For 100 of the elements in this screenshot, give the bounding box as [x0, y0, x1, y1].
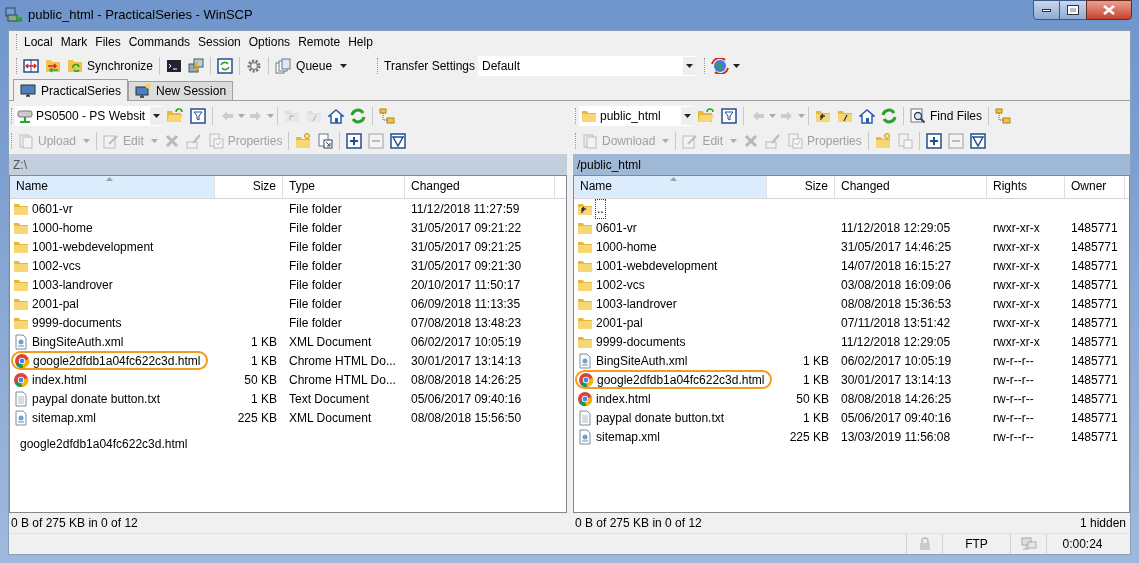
file-name[interactable]: 9999-documents [32, 313, 122, 332]
folder-icon [581, 108, 597, 124]
file-name[interactable]: 1003-landrover [32, 275, 113, 294]
file-name[interactable]: google2dfdb1a04fc622c3d.html [597, 370, 765, 389]
table-cell-text: 31/05/2017 14:46:25 [841, 238, 952, 256]
documents-icon [275, 58, 292, 74]
menu-item[interactable]: Options [244, 33, 295, 51]
sort-arrow-icon [106, 177, 113, 181]
app-icon [5, 5, 23, 24]
table-cell-text: XML Document [289, 333, 372, 351]
file-name[interactable]: 9999-documents [596, 332, 686, 351]
file-name[interactable]: 1001-webdevelopment [596, 256, 718, 275]
table-cell-text: 11/12/2018 12:29:05 [841, 333, 951, 351]
session-tab[interactable]: PracticalSeries [13, 79, 129, 101]
transfer-globe-button[interactable] [708, 55, 743, 77]
maximize-button[interactable] [1060, 0, 1086, 20]
menu-item[interactable]: Commands [124, 33, 195, 51]
file-name[interactable]: 1000-home [32, 218, 93, 237]
table-cell-text: 13/03/2019 11:56:08 [841, 428, 951, 446]
minimize-button[interactable] [1033, 0, 1060, 20]
file-name[interactable]: BingSiteAuth.xml [32, 332, 124, 351]
text-file-icon [13, 390, 29, 407]
session-tab[interactable]: New Session [128, 81, 234, 100]
queue-button[interactable]: Queue [272, 55, 351, 77]
colored-circle-icon [13, 371, 29, 388]
table-cell-text: rwxr-xr-x [993, 238, 1040, 256]
file-name[interactable]: index.html [32, 370, 87, 389]
table-cell-text: rwxr-xr-x [993, 295, 1040, 313]
pencil-document-icon [103, 133, 120, 149]
file-name[interactable]: sitemap.xml [32, 408, 96, 427]
file-name[interactable]: paypal donate button.txt [596, 408, 725, 427]
text-file-icon [577, 409, 593, 426]
table-cell-text: rw-r--r-- [993, 428, 1034, 446]
table-cell-text: 1485771 [1071, 428, 1118, 446]
close-button[interactable] [1086, 0, 1132, 20]
caret-icon [730, 139, 738, 143]
file-name[interactable]: index.html [596, 389, 651, 408]
table-cell-text: Text Document [289, 390, 370, 408]
column-header[interactable]: Name [10, 176, 215, 198]
table-cell-text: 225 KB [237, 409, 277, 427]
file-name[interactable]: google2dfdb1a04fc622c3d.html [33, 351, 201, 370]
menu-item[interactable]: Session [194, 33, 245, 51]
table-cell-text: 1 KB [251, 352, 277, 370]
menu-item[interactable]: Mark [56, 33, 92, 51]
table-cell-text: 1485771 [1071, 219, 1118, 237]
find-files-button[interactable]: Find Files [907, 105, 985, 127]
table-cell-text: 30/01/2017 13:14:13 [411, 352, 522, 370]
file-name[interactable]: 0601-vr [596, 218, 637, 237]
caret-icon [150, 139, 158, 143]
table-cell-text: 06/02/2017 10:05:19 [411, 333, 522, 351]
filter-icon[interactable] [187, 105, 209, 127]
file-name[interactable]: sitemap.xml [596, 427, 660, 446]
table-cell-text: 1 KB [251, 390, 277, 408]
caret-icon [662, 139, 670, 143]
synchronize-button[interactable]: Synchronize [64, 55, 157, 77]
table-cell-text: 31/05/2017 09:21:25 [411, 238, 522, 256]
caret-icon [686, 64, 693, 68]
file-name[interactable]: 1002-vcs [596, 275, 645, 294]
file-name[interactable]: 0601-vr [32, 199, 73, 218]
file-name[interactable]: 1003-landrover [596, 294, 677, 313]
location-text: PS0500 - PS Websit [36, 108, 147, 125]
table-cell-text: 1 KB [803, 409, 829, 427]
documents-icon [18, 133, 34, 149]
caret-icon [267, 114, 274, 118]
table-cell-text: 30/01/2017 13:14:13 [841, 371, 952, 389]
table-cell-text: XML Document [289, 409, 372, 427]
location-dropdown[interactable]: PS0500 - PS Websit [15, 106, 163, 126]
file-name[interactable]: 1002-vcs [32, 256, 81, 275]
location-dropdown[interactable]: public_html [579, 106, 694, 126]
caret-icon [684, 114, 691, 118]
table-cell-text: File folder [289, 314, 342, 332]
file-name[interactable]: 2001-pal [32, 294, 79, 313]
table-cell-text: 08/08/2018 14:26:25 [841, 390, 952, 408]
file-name[interactable]: BingSiteAuth.xml [596, 351, 688, 370]
network-icon [1020, 537, 1037, 551]
document-icon [577, 352, 593, 369]
menu-item[interactable]: Remote [294, 33, 345, 51]
caret-icon [238, 114, 245, 118]
file-name[interactable]: 2001-pal [596, 313, 643, 332]
transfer-settings-dropdown[interactable]: Default [478, 56, 696, 76]
table-cell-text: rwxr-xr-x [993, 314, 1040, 332]
file-name[interactable]: 1000-home [596, 237, 657, 256]
table-cell-text: 05/06/2017 09:40:16 [411, 390, 522, 408]
file-name[interactable]: 1001-webdevelopment [32, 237, 154, 256]
drag-label: google2dfdb1a04fc622c3d.html [20, 436, 188, 453]
transfer-settings-label: Transfer Settings [383, 58, 476, 75]
new-session-icon [135, 83, 152, 99]
menu-item[interactable]: Files [91, 33, 125, 51]
table-cell-text: 1485771 [1071, 390, 1118, 408]
table-cell-text: 1485771 [1071, 238, 1118, 256]
server-icon [17, 108, 33, 124]
menu-item[interactable]: Help [344, 33, 377, 51]
column-header[interactable]: Name [574, 176, 767, 198]
table-cell-text: rwxr-xr-x [993, 276, 1040, 294]
file-name[interactable]: .. [596, 199, 605, 218]
filter-icon[interactable] [718, 105, 740, 127]
menu-item[interactable]: Local [20, 33, 57, 51]
caret-icon [733, 64, 740, 68]
colored-circle-icon [14, 352, 30, 369]
file-name[interactable]: paypal donate button.txt [32, 389, 161, 408]
